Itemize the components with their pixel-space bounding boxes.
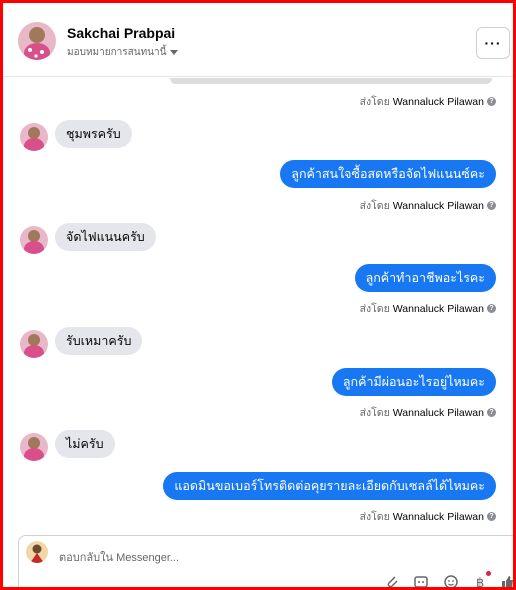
incoming-message[interactable]: จัดไฟแนนครับ xyxy=(55,223,156,251)
baht-icon[interactable]: ฿ xyxy=(472,574,488,590)
sent-by-sender: Wannaluck Pilawan xyxy=(392,95,484,108)
info-icon[interactable]: ? xyxy=(487,408,496,417)
assign-conversation-dropdown[interactable]: มอบหมายการสนทนานี้ xyxy=(67,45,179,60)
outgoing-message[interactable]: ลูกค้ามีผ่อนอะไรอยู่ไหมคะ xyxy=(331,368,496,396)
thumbs-up-icon[interactable] xyxy=(499,574,515,590)
sent-by-sender: Wannaluck Pilawan xyxy=(392,302,484,315)
reply-input[interactable]: ตอบกลับใน Messenger... xyxy=(59,548,179,566)
assign-conversation-label: มอบหมายการสนทนานี้ xyxy=(67,47,167,58)
highlight-frame xyxy=(0,0,516,590)
info-icon[interactable]: ? xyxy=(487,512,496,521)
sent-by-prefix: ส่งโดย xyxy=(359,96,390,108)
caret-down-icon xyxy=(170,50,179,55)
sent-by-sender: Wannaluck Pilawan xyxy=(392,406,484,419)
contact-avatar-small[interactable] xyxy=(20,226,48,254)
outgoing-message[interactable]: ลูกค้าทำอาชีพอะไรคะ xyxy=(354,264,496,292)
emoji-icon[interactable] xyxy=(443,574,459,590)
outgoing-message[interactable]: ลูกค้าสนใจซื้อสดหรือจัดไฟแนนซ์คะ xyxy=(280,160,496,188)
sent-by-sender: Wannaluck Pilawan xyxy=(392,510,484,523)
incoming-message[interactable]: ชุมพรครับ xyxy=(55,120,132,148)
notification-dot xyxy=(486,571,491,576)
gif-icon[interactable] xyxy=(413,574,429,590)
sent-by-label: ส่งโดย Wannaluck Pilawan ? xyxy=(360,404,496,421)
agent-avatar xyxy=(26,541,48,563)
info-icon[interactable]: ? xyxy=(487,97,496,106)
info-icon[interactable]: ? xyxy=(487,304,496,313)
sent-by-prefix: ส่งโดย xyxy=(359,200,390,212)
sent-by-label: ส่งโดย Wannaluck Pilawan ? xyxy=(360,508,496,525)
svg-text:฿: ฿ xyxy=(476,576,484,590)
sent-by-prefix: ส่งโดย xyxy=(359,511,390,523)
info-icon[interactable]: ? xyxy=(487,201,496,210)
contact-avatar-small[interactable] xyxy=(20,330,48,358)
incoming-message[interactable]: รับเหมาครับ xyxy=(55,327,143,355)
more-options-button[interactable]: ··· xyxy=(476,27,510,59)
previous-image-attachment[interactable] xyxy=(170,78,492,84)
outgoing-message[interactable]: แอดมินขอเบอร์โทรติดต่อคุยรายละเอียดกับเซ… xyxy=(163,472,496,500)
sent-by-label: ส่งโดย Wannaluck Pilawan ? xyxy=(360,93,496,110)
contact-avatar[interactable] xyxy=(18,22,56,60)
contact-avatar-small[interactable] xyxy=(20,123,48,151)
incoming-message[interactable]: ไม่ครับ xyxy=(55,430,115,458)
contact-avatar-small[interactable] xyxy=(20,433,48,461)
sent-by-prefix: ส่งโดย xyxy=(359,407,390,419)
contact-name[interactable]: Sakchai Prabpai xyxy=(67,25,175,41)
conversation-header: Sakchai Prabpai มอบหมายการสนทนานี้ ··· xyxy=(3,3,513,77)
sent-by-sender: Wannaluck Pilawan xyxy=(392,199,484,212)
sent-by-label: ส่งโดย Wannaluck Pilawan ? xyxy=(360,300,496,317)
sent-by-prefix: ส่งโดย xyxy=(359,303,390,315)
paperclip-icon[interactable] xyxy=(385,574,401,590)
reply-composer[interactable]: ตอบกลับใน Messenger... ฿ xyxy=(18,535,513,590)
sent-by-label: ส่งโดย Wannaluck Pilawan ? xyxy=(360,197,496,214)
